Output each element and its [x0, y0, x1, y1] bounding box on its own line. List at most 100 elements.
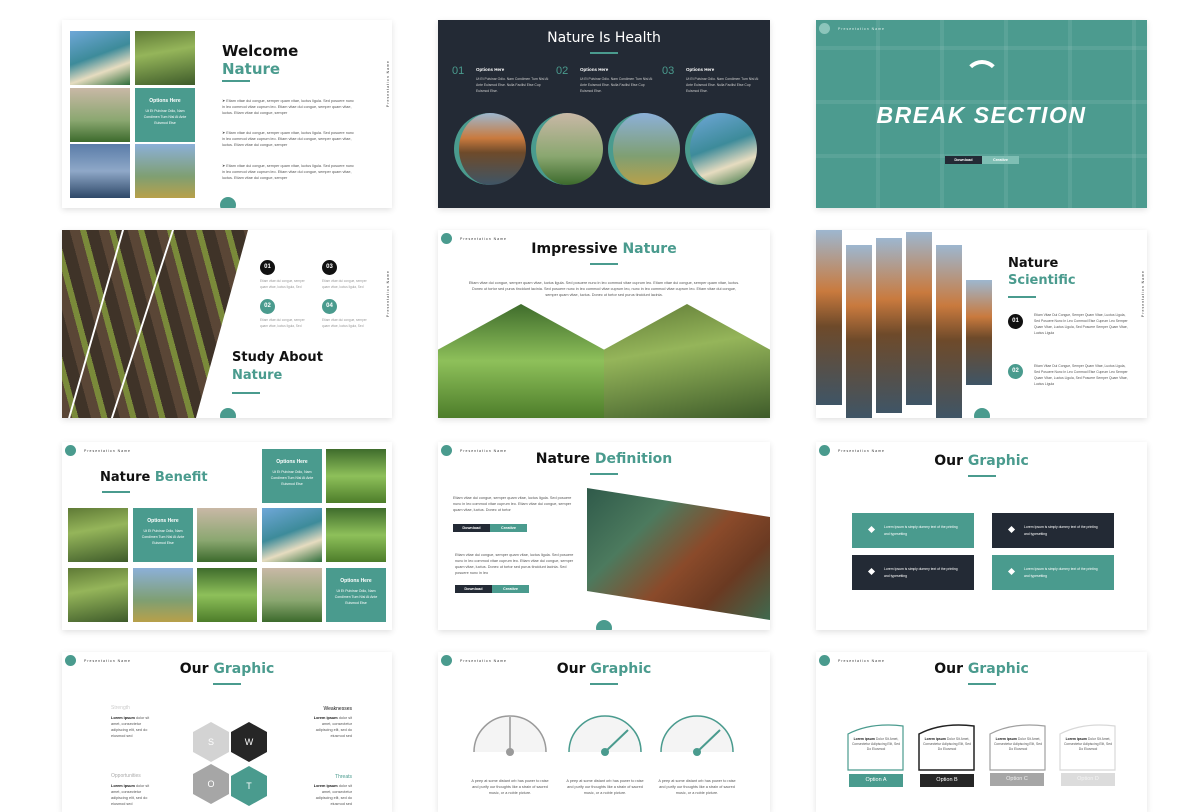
presentation-name: Presentation Name [1141, 270, 1145, 317]
step-badge: 04 [322, 299, 337, 314]
slide-options[interactable]: Presentation Name Our Graphic Lorem ipsu… [816, 652, 1147, 812]
photo [326, 508, 386, 562]
decor-circle [65, 445, 76, 456]
photo [135, 31, 195, 85]
slide-title: Impressive Nature [531, 241, 677, 257]
info-box: Lorem Ipsum is simply dummy text of the … [852, 555, 974, 590]
decor-circle [596, 620, 612, 630]
photo-strip [846, 245, 872, 418]
slide-title: Nature Is Health [547, 30, 661, 46]
download-button[interactable]: Download [455, 585, 492, 593]
slide-title: Our Graphic [179, 661, 275, 677]
slide-title-accent: Nature [232, 368, 283, 383]
slide-nature-scientific[interactable]: Nature Scientific 01 Etiam Vitae Dui Con… [816, 230, 1147, 418]
photo [197, 568, 257, 622]
option-c-button[interactable]: Option C [990, 773, 1044, 786]
bullet-text: ➤ Etiam vitae dui congue, semper quam vi… [222, 131, 354, 147]
step-badge: 02 [260, 299, 275, 314]
photo [135, 144, 195, 198]
paragraph: Etiam vitae dui congue, semper quam vita… [468, 281, 740, 297]
diamond-icon [867, 567, 876, 576]
download-button[interactable]: Download [945, 156, 982, 164]
slide-title: BREAK SECTION [876, 102, 1087, 128]
photo [68, 568, 128, 622]
slide-title: Nature Definition [535, 451, 673, 467]
step-badge: 01 [260, 260, 275, 275]
step-badge: 03 [322, 260, 337, 275]
title-underline [102, 491, 130, 493]
photo [197, 508, 257, 562]
decor-circle [220, 408, 236, 418]
photo-strip [876, 238, 902, 413]
slide-title: Welcome [222, 42, 299, 60]
slide-welcome-nature[interactable]: Options Here Ut Et Pulvinar Odio, Nam Con… [62, 20, 392, 208]
slide-title: Study About [232, 350, 323, 365]
creative-button[interactable]: Creative [982, 156, 1019, 164]
slide-impressive-nature[interactable]: Presentation Name Impressive Nature Etia… [438, 230, 770, 418]
title-underline [590, 473, 618, 475]
decor-circle [974, 408, 990, 418]
hexagon-o: O [193, 764, 229, 804]
paragraph: Etiam vitae dui congue, semper quam vita… [455, 553, 574, 575]
step-badge: 02 [1008, 364, 1023, 379]
info-box: Lorem Ipsum is simply dummy text of the … [992, 555, 1114, 590]
options-tile: Options Here Ut Et Pulvinar Odio, Nam Con… [133, 508, 193, 562]
presentation-name: Presentation Name [838, 27, 885, 31]
info-box: Lorem Ipsum is simply dummy text of the … [852, 513, 974, 548]
options-tile: Options Here Ut Et Pulvinar Odio, Nam Con… [135, 88, 195, 142]
presentation-name: Presentation Name [386, 60, 390, 107]
slide-nature-definition[interactable]: Presentation Name Nature Definition Etia… [438, 442, 770, 630]
photo [70, 144, 130, 198]
options-tile: Options Here Ut Et Pulvinar Odio, Nam Con… [262, 449, 322, 503]
slide-title: Nature Benefit [100, 470, 208, 485]
circle-photo [608, 113, 680, 185]
photo-strip [936, 245, 962, 418]
option-a-button[interactable]: Option A [849, 774, 903, 787]
slide-study-about-nature[interactable]: 01 03 02 04 Etiam vitae dui congue, semp… [62, 230, 392, 418]
photo [70, 88, 130, 142]
title-underline [213, 683, 241, 685]
arc-icon [964, 60, 1000, 96]
presentation-name: Presentation Name [386, 270, 390, 317]
creative-button[interactable]: Creative [490, 524, 527, 532]
photo-strip [816, 230, 842, 405]
forest-photo [62, 230, 248, 418]
photo [68, 508, 128, 562]
tree-photo [587, 488, 770, 620]
slide-our-graphic-boxes[interactable]: Presentation Name Our Graphic Lorem Ipsu… [816, 442, 1147, 630]
download-button[interactable]: Download [453, 524, 490, 532]
bullet-text: ➤ Etiam vitae dui congue, semper quam vi… [222, 99, 354, 115]
gauge-teal [660, 715, 734, 756]
bullet-text: ➤ Etiam vitae dui congue, semper quam vi… [222, 164, 354, 180]
diamond-icon [1007, 525, 1016, 534]
photo [133, 568, 193, 622]
creative-button[interactable]: Creative [492, 585, 529, 593]
hexagon-t: T [231, 766, 267, 806]
title-underline [222, 80, 250, 82]
tree-photo [438, 304, 604, 418]
slide-break-section[interactable]: Presentation Name BREAK SECTION Download… [816, 20, 1147, 208]
diamond-icon [867, 525, 876, 534]
photo-strip [966, 280, 992, 385]
paragraph: Etiam vitae dui congue, semper quam vita… [453, 496, 572, 512]
slide-swot[interactable]: Presentation Name Our Graphic Strength L… [62, 652, 392, 812]
photo [70, 31, 130, 85]
tree-photo [604, 304, 770, 418]
circle-photo [531, 113, 603, 185]
title-underline [232, 392, 260, 394]
diamond-icon [1007, 567, 1016, 576]
slide-nature-benefit[interactable]: Presentation Name Nature Benefit Options… [62, 442, 392, 630]
slide-nature-is-health[interactable]: Nature Is Health 01 Options Here Ut Et P… [438, 20, 770, 208]
option-d-button[interactable]: Option D [1061, 773, 1115, 786]
step-badge: 01 [1008, 314, 1023, 329]
option-b-button[interactable]: Option B [920, 774, 974, 787]
slide-gauges[interactable]: Presentation Name Our Graphic A peep at … [438, 652, 770, 812]
options-tile: Options Here Ut Et Pulvinar Odio, Nam Con… [326, 568, 386, 622]
slide-title: Our Graphic [934, 453, 1029, 469]
slide-title-accent: Scientific [1008, 273, 1076, 288]
title-underline [590, 52, 618, 54]
hexagon-s: S [193, 722, 229, 762]
photo [262, 508, 322, 562]
wave-boxes [847, 724, 1116, 771]
photo-strip [906, 232, 932, 405]
